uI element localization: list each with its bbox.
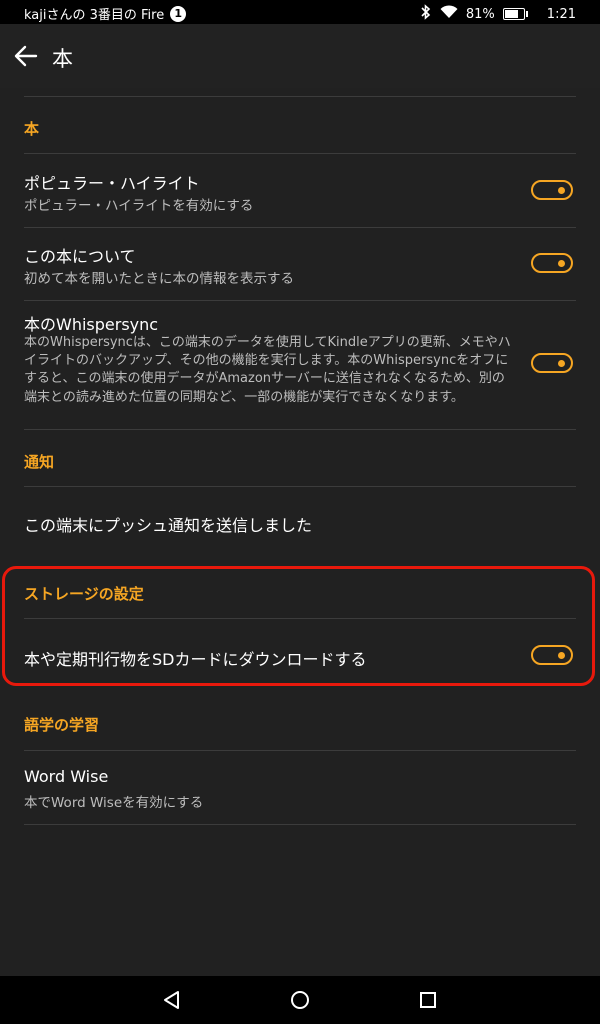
app-bar: 本 — [0, 24, 600, 88]
popular-highlights-toggle[interactable] — [531, 180, 573, 200]
about-book-toggle[interactable] — [531, 253, 573, 273]
whispersync-title: 本のWhispersync — [24, 315, 159, 334]
notification-count-badge: 1 — [170, 5, 187, 22]
section-header-book: 本 — [24, 120, 40, 138]
battery-percent: 81% — [465, 6, 495, 22]
section-header-notifications: 通知 — [24, 453, 55, 471]
navigation-bar — [0, 976, 600, 1024]
word-wise-title: Word Wise — [24, 767, 109, 786]
device-name: kajiさんの 3番目の Fire — [24, 8, 165, 23]
back-triangle-icon[interactable] — [160, 988, 184, 1012]
page-title: 本 — [52, 47, 73, 71]
clock: 1:21 — [546, 6, 576, 22]
wifi-icon — [440, 5, 458, 23]
sd-download-title: 本や定期刊行物をSDカードにダウンロードする — [24, 650, 367, 669]
recents-square-icon[interactable] — [416, 988, 440, 1012]
divider — [24, 824, 576, 825]
bluetooth-icon — [420, 4, 432, 24]
popular-highlights-title: ポピュラー・ハイライト — [24, 174, 200, 193]
whispersync-toggle[interactable] — [531, 353, 573, 373]
push-notification-title: この端末にプッシュ通知を送信しました — [24, 516, 313, 535]
whispersync-description: 本のWhispersyncは、この端末のデータを使用してKindleアプリの更新… — [24, 335, 511, 405]
about-book-title: この本について — [24, 247, 136, 266]
setting-row-word-wise[interactable] — [0, 751, 600, 823]
section-header-language-learning: 語学の学習 — [24, 716, 100, 734]
section-header-storage: ストレージの設定 — [24, 585, 144, 603]
popular-highlights-subtitle: ポピュラー・ハイライトを有効にする — [24, 198, 254, 214]
about-book-subtitle: 初めて本を開いたときに本の情報を表示する — [24, 271, 294, 287]
back-arrow-icon[interactable] — [12, 42, 40, 70]
divider — [24, 96, 576, 97]
sd-download-toggle[interactable] — [531, 645, 573, 665]
status-bar: kajiさんの 3番目の Fire 1 81% 1:21 — [0, 0, 600, 24]
word-wise-subtitle: 本でWord Wiseを有効にする — [24, 795, 204, 811]
divider — [24, 429, 576, 430]
home-circle-icon[interactable] — [288, 988, 312, 1012]
battery-icon — [502, 8, 528, 20]
